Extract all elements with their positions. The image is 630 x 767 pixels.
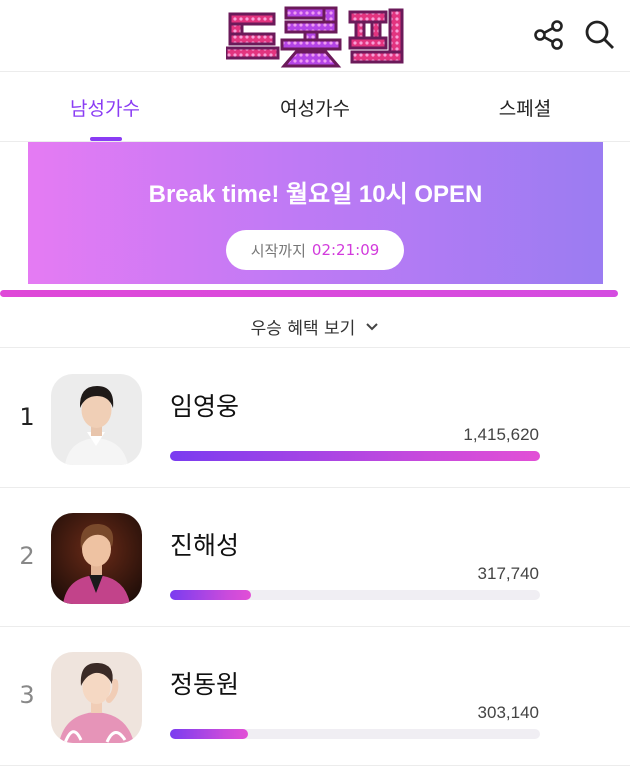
vote-count: 317,740 (477, 564, 539, 583)
vote-count: 303,140 (477, 703, 539, 722)
chevron-down-icon (366, 322, 379, 330)
countdown-pill: 시작까지 02:21:09 (226, 230, 404, 270)
active-tab-indicator (90, 137, 122, 141)
singer-avatar (51, 652, 142, 743)
ranking-row[interactable]: 3 정동원 303,140 (0, 627, 630, 766)
banner-progress-bar (0, 290, 618, 297)
benefits-toggle[interactable]: 우승 혜택 보기 (0, 306, 630, 348)
benefits-label: 우승 혜택 보기 (250, 319, 356, 339)
singer-name: 정동원 (170, 670, 240, 699)
countdown-label: 시작까지 (250, 241, 306, 260)
singer-name: 임영웅 (170, 392, 240, 421)
tab-male-singers[interactable]: 남성가수 (0, 72, 210, 142)
event-banner[interactable]: Break time! 월요일 10시 OPEN 시작까지 02:21:09 (28, 142, 603, 284)
share-icon[interactable] (532, 18, 566, 52)
tab-special[interactable]: 스페셜 (420, 72, 630, 142)
search-icon[interactable] (583, 18, 617, 52)
category-tabs: 남성가수 여성가수 스페셜 (0, 72, 630, 142)
singer-name: 진해성 (170, 531, 240, 560)
ranking-row[interactable]: 2 진해성 317,740 (0, 488, 630, 627)
vote-bar (170, 729, 540, 739)
vote-bar-fill (170, 451, 540, 461)
rank-number: 1 (19, 403, 35, 431)
vote-bar-fill (170, 590, 252, 600)
vote-bar (170, 590, 540, 600)
banner-title: Break time! 월요일 10시 OPEN (148, 181, 483, 208)
vote-bar-fill (170, 729, 248, 739)
trotpick-logo[interactable] (226, 4, 406, 70)
singer-avatar (51, 374, 142, 465)
singer-avatar (51, 513, 142, 604)
app-header (0, 0, 630, 72)
vote-count: 1,415,620 (463, 425, 539, 444)
rank-number: 2 (19, 542, 35, 570)
countdown-time: 02:21:09 (311, 241, 380, 259)
rank-number: 3 (19, 681, 35, 709)
tab-female-singers[interactable]: 여성가수 (210, 72, 420, 142)
ranking-row[interactable]: 1 임영웅 1,415,620 (0, 349, 630, 488)
vote-bar (170, 451, 540, 461)
